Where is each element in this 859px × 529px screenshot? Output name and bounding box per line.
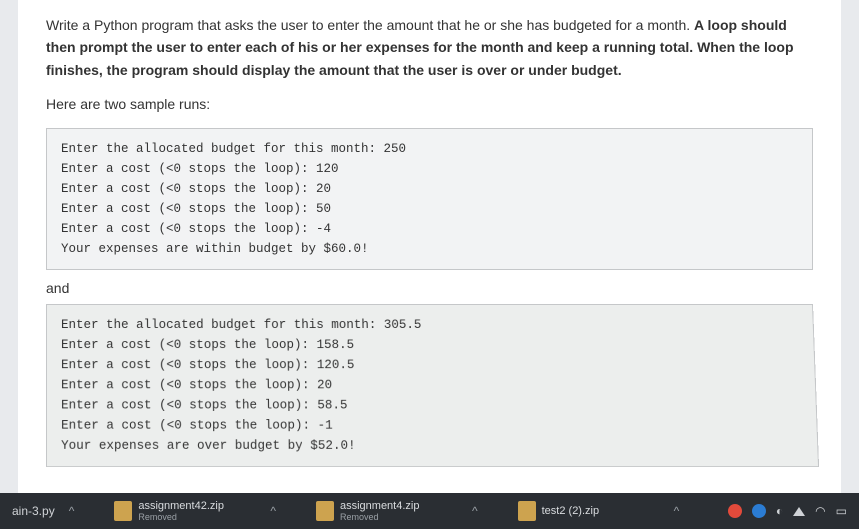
code-line: Enter a cost (<0 stops the loop): 120 — [61, 159, 798, 179]
code-line: Your expenses are over budget by $52.0! — [61, 435, 803, 455]
download-filename: assignment42.zip — [138, 500, 224, 512]
chevron-up-icon[interactable]: ^ — [472, 504, 478, 518]
zip-icon — [518, 501, 536, 521]
question-intro: Write a Python program that asks the use… — [46, 17, 694, 33]
question-text: Write a Python program that asks the use… — [46, 14, 813, 116]
download-filename: assignment4.zip — [340, 500, 420, 512]
notification-icon[interactable]: ▭ — [836, 504, 847, 518]
zip-icon — [114, 501, 132, 521]
code-line: Enter a cost (<0 stops the loop): 20 — [61, 179, 798, 199]
code-line: Enter the allocated budget for this mont… — [61, 139, 798, 159]
network-icon[interactable]: ◐ — [776, 504, 783, 518]
download-item-1[interactable]: assignment42.zip Removed — [114, 500, 264, 522]
sample-run-1: Enter the allocated budget for this mont… — [46, 128, 813, 270]
download-item-2[interactable]: assignment4.zip Removed — [316, 500, 466, 522]
taskbar: ain-3.py ^ assignment42.zip Removed ^ as… — [0, 493, 859, 529]
taskbar-file-name[interactable]: ain-3.py — [4, 504, 63, 518]
app-icon[interactable] — [752, 504, 766, 518]
chevron-up-icon[interactable]: ^ — [674, 504, 680, 518]
zip-icon — [316, 501, 334, 521]
code-line: Enter a cost (<0 stops the loop): 58.5 — [61, 395, 802, 415]
chevron-up-icon[interactable]: ^ — [69, 504, 75, 518]
question-paragraph-2: Here are two sample runs: — [46, 93, 813, 115]
and-separator: and — [46, 280, 813, 296]
code-line: Enter a cost (<0 stops the loop): -4 — [61, 219, 798, 239]
download-status: Removed — [340, 512, 420, 522]
code-line: Enter a cost (<0 stops the loop): 120.5 — [61, 355, 801, 375]
code-line: Enter a cost (<0 stops the loop): 158.5 — [61, 335, 800, 355]
code-line: Enter the allocated budget for this mont… — [61, 315, 799, 335]
document-page: Write a Python program that asks the use… — [18, 0, 841, 504]
chevron-up-icon[interactable] — [793, 507, 805, 516]
code-line: Enter a cost (<0 stops the loop): -1 — [61, 415, 803, 435]
code-line: Enter a cost (<0 stops the loop): 50 — [61, 199, 798, 219]
app-icon[interactable] — [728, 504, 742, 518]
sample-run-2: Enter the allocated budget for this mont… — [46, 304, 819, 467]
question-paragraph-1: Write a Python program that asks the use… — [46, 14, 813, 81]
code-line: Enter a cost (<0 stops the loop): 20 — [61, 375, 801, 395]
download-filename: test2 (2).zip — [542, 505, 599, 517]
chevron-up-icon[interactable]: ^ — [270, 504, 276, 518]
wifi-icon[interactable]: ◠ — [815, 504, 825, 518]
download-status: Removed — [138, 512, 224, 522]
code-line: Your expenses are within budget by $60.0… — [61, 239, 798, 259]
system-tray: ◐ ◠ ▭ — [728, 504, 855, 518]
download-item-3[interactable]: test2 (2).zip — [518, 501, 668, 521]
